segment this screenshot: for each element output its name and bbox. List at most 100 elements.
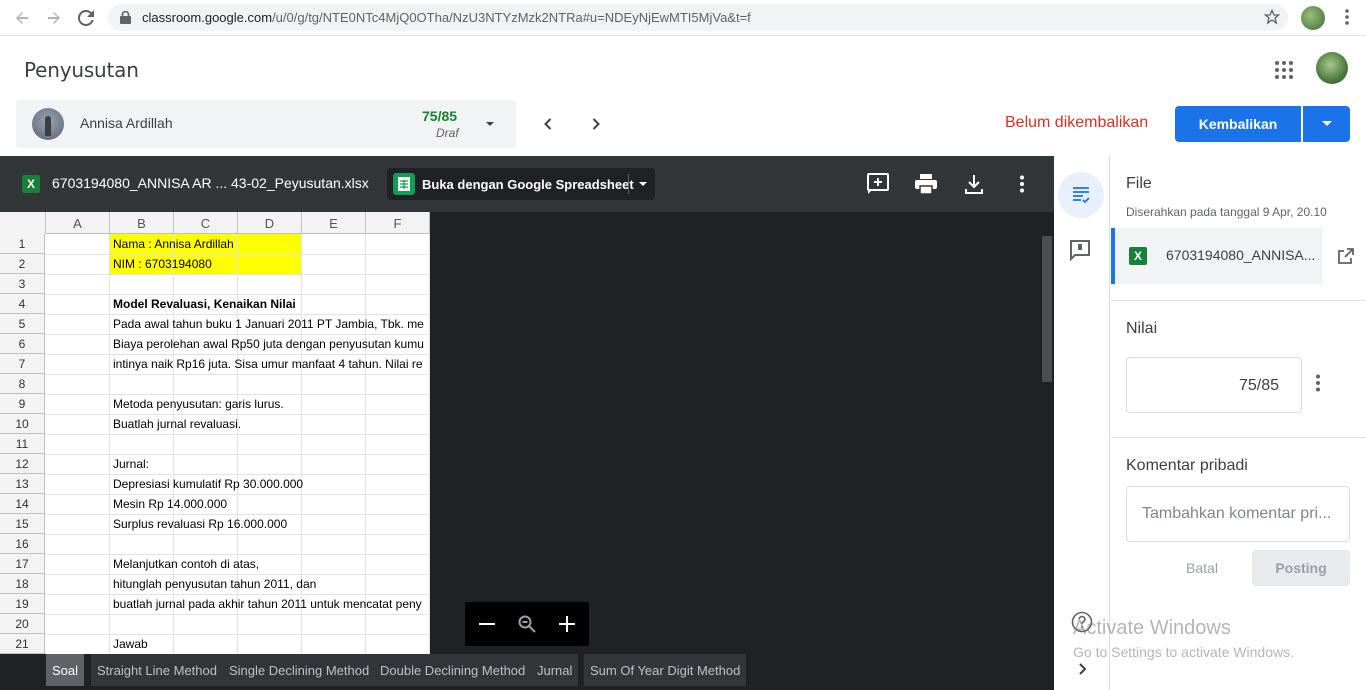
excel-file-icon: X [22, 175, 40, 193]
private-comment-input[interactable]: Tambahkan komentar pri... [1126, 486, 1350, 542]
cancel-button[interactable]: Batal [1167, 550, 1237, 586]
row-header: 2 [0, 254, 45, 274]
cell-b10: Buatlah jurnal revaluasi. [113, 417, 242, 431]
row-header: 6 [0, 334, 45, 354]
zoom-reset-icon[interactable] [515, 612, 539, 636]
cell-b18: hitunglah penyusutan tahun 2011, dan [113, 577, 317, 591]
back-icon[interactable] [10, 6, 34, 30]
chevron-right-icon[interactable] [1072, 659, 1092, 679]
more-options-icon[interactable] [1010, 172, 1034, 196]
browser-profile-avatar[interactable] [1301, 6, 1325, 30]
zoom-out-icon[interactable] [475, 612, 499, 636]
sheet-tab-sum-of-year[interactable]: Sum Of Year Digit Method [584, 654, 747, 686]
comments-tab-icon[interactable] [1069, 239, 1093, 263]
return-status-text: Belum dikembalikan [1005, 114, 1149, 131]
row-header: 18 [0, 574, 45, 594]
chevron-down-icon [1321, 115, 1333, 133]
sheet-tab-soal[interactable]: Soal [46, 654, 85, 686]
sheet-tab-single-declining[interactable]: Single Declining Method [223, 654, 376, 686]
print-icon[interactable] [914, 172, 938, 196]
cell-b21: Jawab [113, 637, 148, 651]
files-heading: File [1126, 175, 1152, 192]
zoom-in-icon[interactable] [555, 612, 579, 636]
row-header: 4 [0, 294, 45, 314]
sheet-tab-straight-line[interactable]: Straight Line Method [91, 654, 223, 686]
cell-b6: Biaya perolehan awal Rp50 juta dengan pe… [113, 337, 424, 351]
comment-placeholder: Tambahkan komentar pri... [1142, 505, 1332, 522]
post-button[interactable]: Posting [1252, 550, 1350, 586]
row-header: 12 [0, 454, 45, 474]
url-text: classroom.google.com/u/0/g/tg/NTE0NTc4Mj… [142, 10, 751, 25]
lock-icon [120, 10, 131, 29]
apps-grid-icon[interactable] [1274, 60, 1294, 80]
private-comment-heading: Komentar pribadi [1126, 457, 1248, 474]
cell-b4: Model Revaluasi, Kenaikan Nilai [113, 297, 296, 311]
spreadsheet-preview: A B C D E F 1 2 3 4 5 6 7 8 9 10 11 12 1… [0, 212, 430, 654]
attached-file-name: 6703194080_ANNISA... [1166, 247, 1316, 263]
open-with-label: Buka dengan Google Spreadsheet [422, 177, 634, 192]
open-with-sheets-button[interactable]: Buka dengan Google Spreadsheet [387, 168, 655, 200]
student-avatar [32, 108, 64, 140]
sheets-icon [393, 173, 415, 195]
open-in-new-icon[interactable] [1321, 228, 1366, 284]
grade-input[interactable]: 75/85 [1126, 357, 1302, 413]
cell-b2: NIM : 6703194080 [113, 257, 212, 271]
column-header: C [174, 212, 238, 234]
row-header: 16 [0, 534, 45, 554]
bookmark-star-icon[interactable] [1263, 8, 1281, 30]
row-header: 7 [0, 354, 45, 374]
cell-b9: Metoda penyusutan: garis lurus. [113, 397, 284, 411]
cell-b7: intinya naik Rp16 juta. Sisa umur manfaa… [113, 357, 423, 371]
sheet-tab-jurnal[interactable]: Jurnal [531, 654, 579, 686]
forward-icon[interactable] [42, 6, 66, 30]
download-icon[interactable] [962, 172, 986, 196]
reload-icon[interactable] [74, 6, 98, 30]
viewer-file-title: 6703194080_ANNISA AR ... 43-02_Peyusutan… [52, 175, 369, 191]
zoom-controls [465, 602, 589, 646]
browser-toolbar: classroom.google.com/u/0/g/tg/NTE0NTc4Mj… [0, 0, 1366, 36]
excel-file-icon: X [1129, 247, 1147, 265]
row-header: 21 [0, 634, 45, 654]
viewer-scrollbar[interactable] [1042, 236, 1052, 382]
row-header: 1 [0, 234, 45, 254]
row-header: 5 [0, 314, 45, 334]
row-header: 14 [0, 494, 45, 514]
browser-menu-icon[interactable] [1345, 8, 1349, 26]
viewer-toolbar: X 6703194080_ANNISA AR ... 43-02_Peyusut… [0, 156, 1054, 212]
chevron-down-icon[interactable] [480, 114, 500, 134]
cell-b13: Depresiasi kumulatif Rp 30.000.000 [113, 477, 304, 491]
column-header: F [366, 212, 430, 234]
row-header: 3 [0, 274, 45, 294]
return-options-button[interactable] [1303, 106, 1350, 142]
grade-more-icon[interactable] [1316, 374, 1336, 396]
cell-b5: Pada awal tahun buku 1 Januari 2011 PT J… [113, 317, 424, 331]
cell-b17: Melanjutkan contoh di atas, [113, 557, 260, 571]
account-avatar[interactable] [1316, 52, 1348, 84]
address-bar[interactable]: classroom.google.com/u/0/g/tg/NTE0NTc4Mj… [108, 4, 1288, 31]
attached-file[interactable]: X 6703194080_ANNISA... [1111, 228, 1366, 284]
chevron-down-icon[interactable] [633, 174, 653, 194]
files-tab-icon[interactable] [1058, 172, 1104, 218]
column-headers: A B C D E F [0, 212, 430, 234]
column-header: B [110, 212, 174, 234]
side-rail [1054, 156, 1110, 690]
student-selector[interactable]: Annisa Ardillah 75/85 Draf [16, 100, 516, 148]
help-icon[interactable] [1071, 611, 1093, 633]
add-comment-icon[interactable] [866, 172, 890, 196]
next-student-icon[interactable] [586, 114, 606, 134]
previous-student-icon[interactable] [538, 114, 558, 134]
submission-time: Diserahkan pada tanggal 9 Apr, 20.10 [1126, 205, 1327, 219]
row-header: 8 [0, 374, 45, 394]
row-header: 17 [0, 554, 45, 574]
cell-b15: Surplus revaluasi Rp 16.000.000 [113, 517, 288, 531]
sheet-tabs: Soal Straight Line Method Single Declini… [0, 654, 1054, 690]
file-viewer: X 6703194080_ANNISA AR ... 43-02_Peyusut… [0, 156, 1054, 690]
return-button[interactable]: Kembalikan [1175, 106, 1301, 142]
column-header: D [238, 212, 302, 234]
student-status: Draf [436, 126, 459, 140]
row-header: 20 [0, 614, 45, 634]
sheet-tab-double-declining[interactable]: Double Declining Method [374, 654, 532, 686]
grading-panel: File Diserahkan pada tanggal 9 Apr, 20.1… [1111, 156, 1366, 690]
column-header: A [46, 212, 110, 234]
student-grade: 75/85 [422, 108, 458, 124]
